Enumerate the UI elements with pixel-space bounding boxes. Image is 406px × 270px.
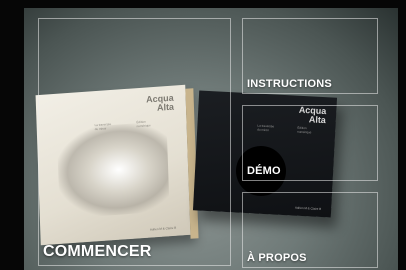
instructions-label: INSTRUCTIONS [247,78,332,90]
start-label: COMMENCER [43,243,152,260]
about-button[interactable]: À PROPOS [242,192,378,268]
demo-button[interactable]: DÉMO [242,105,378,181]
app-screen: Acqua Alta La traversée du miroir Éditio… [0,0,406,270]
instructions-button[interactable]: INSTRUCTIONS [242,18,378,94]
start-button[interactable]: COMMENCER [38,18,231,266]
about-label: À PROPOS [247,252,307,264]
demo-label: DÉMO [247,165,281,177]
